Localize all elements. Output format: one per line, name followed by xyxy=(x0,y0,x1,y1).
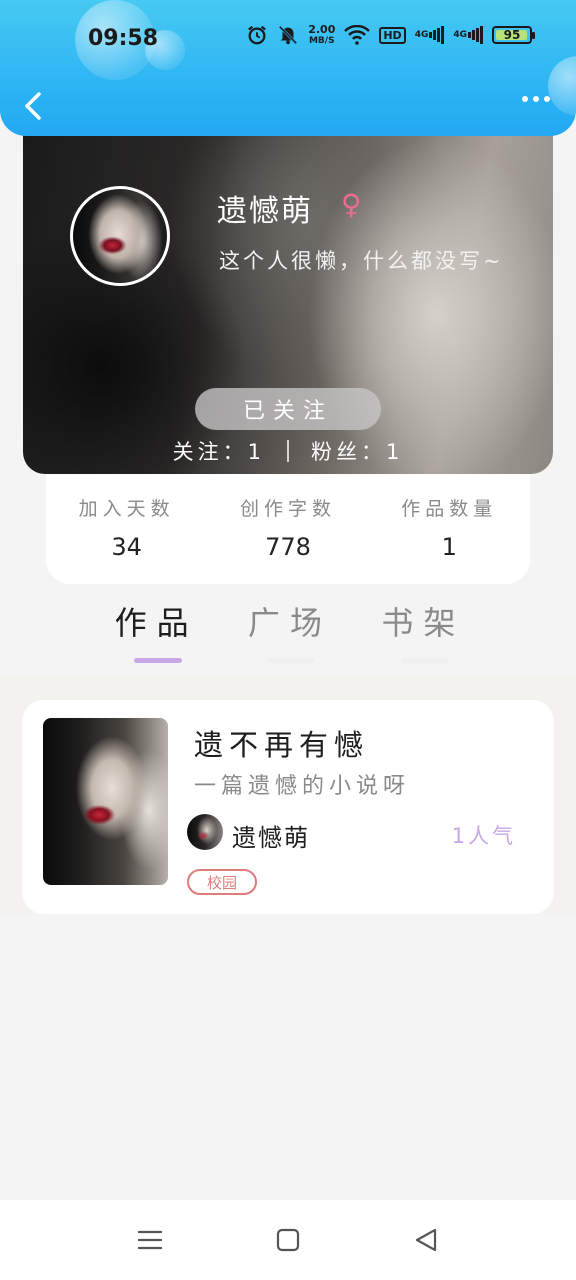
menu-button[interactable] xyxy=(130,1220,170,1260)
header-bar: 09:58 2.00 MB/S HD 4G 4G 95 xyxy=(0,0,576,136)
wifi-icon xyxy=(344,25,371,45)
status-icons: 2.00 MB/S HD 4G 4G 95 xyxy=(246,22,535,46)
stat-value: 1 xyxy=(441,533,457,561)
following-stat[interactable]: 关注：1 xyxy=(173,436,265,466)
home-square-icon xyxy=(276,1228,300,1252)
stat-word-count: 创作字数 778 xyxy=(223,494,353,561)
female-gender-icon: ♀ xyxy=(341,188,362,221)
followers-stat[interactable]: 粉丝：1 xyxy=(311,436,403,466)
menu-icon xyxy=(137,1230,163,1250)
back-triangle-icon xyxy=(415,1228,437,1252)
work-title: 遗不再有憾 xyxy=(194,728,370,762)
work-description: 一篇遗憾的小说呀 xyxy=(194,774,411,799)
battery-icon: 95 xyxy=(492,26,535,44)
more-dot xyxy=(544,96,550,102)
genre-tag[interactable]: 校园 xyxy=(187,869,258,895)
tab-bookshelf[interactable]: 书架 xyxy=(357,598,490,670)
profile-bio: 这个人很懒，什么都没写~ xyxy=(219,249,504,273)
tab-square[interactable]: 广场 xyxy=(223,598,356,670)
avatar[interactable] xyxy=(70,186,170,286)
author-avatar[interactable] xyxy=(187,814,223,850)
follow-button[interactable]: 已关注 xyxy=(195,388,381,430)
tab-indicator xyxy=(134,658,182,663)
divider xyxy=(287,440,289,462)
work-card[interactable]: 遗不再有憾 一篇遗憾的小说呀 遗憾萌 1人气 校园 xyxy=(22,700,554,914)
tab-works[interactable]: 作品 xyxy=(90,598,223,670)
stat-label: 加入天数 xyxy=(78,498,175,520)
work-cover-image[interactable] xyxy=(43,718,168,885)
hd-icon: HD xyxy=(379,26,406,44)
chevron-left-icon xyxy=(25,92,41,120)
status-time: 09:58 xyxy=(88,26,159,51)
popularity-count: 1人气 xyxy=(451,824,516,848)
tab-bar: 作品 广场 书架 xyxy=(90,598,490,670)
follow-stats: 关注：1 粉丝：1 xyxy=(23,436,553,466)
tab-indicator xyxy=(267,658,316,663)
stat-join-days: 加入天数 34 xyxy=(62,494,192,561)
stat-value: 778 xyxy=(265,533,311,561)
more-dot xyxy=(533,96,539,102)
profile-banner: 遗憾萌 ♀ 这个人很懒，什么都没写~ 已关注 关注：1 粉丝：1 xyxy=(23,118,553,474)
stats-card: 加入天数 34 创作字数 778 作品数量 1 xyxy=(46,474,530,584)
back-button[interactable] xyxy=(18,86,48,126)
system-navbar xyxy=(0,1200,576,1280)
net-speed: 2.00 MB/S xyxy=(308,22,336,46)
stat-label: 创作字数 xyxy=(239,498,336,520)
profile-nickname: 遗憾萌 xyxy=(217,194,313,229)
stat-works-count: 作品数量 1 xyxy=(384,494,514,561)
stat-value: 34 xyxy=(111,533,142,561)
author-name: 遗憾萌 xyxy=(232,824,310,852)
more-button[interactable] xyxy=(522,96,550,102)
stat-label: 作品数量 xyxy=(401,498,498,520)
decor-bubble xyxy=(548,56,576,116)
home-button[interactable] xyxy=(268,1220,308,1260)
signal-icon: 4G xyxy=(415,26,445,44)
more-dot xyxy=(522,96,528,102)
alarm-icon xyxy=(246,24,268,46)
back-nav-button[interactable] xyxy=(406,1220,446,1260)
mute-icon xyxy=(277,24,299,46)
signal-icon: 4G xyxy=(453,26,483,44)
tab-indicator xyxy=(400,658,449,663)
